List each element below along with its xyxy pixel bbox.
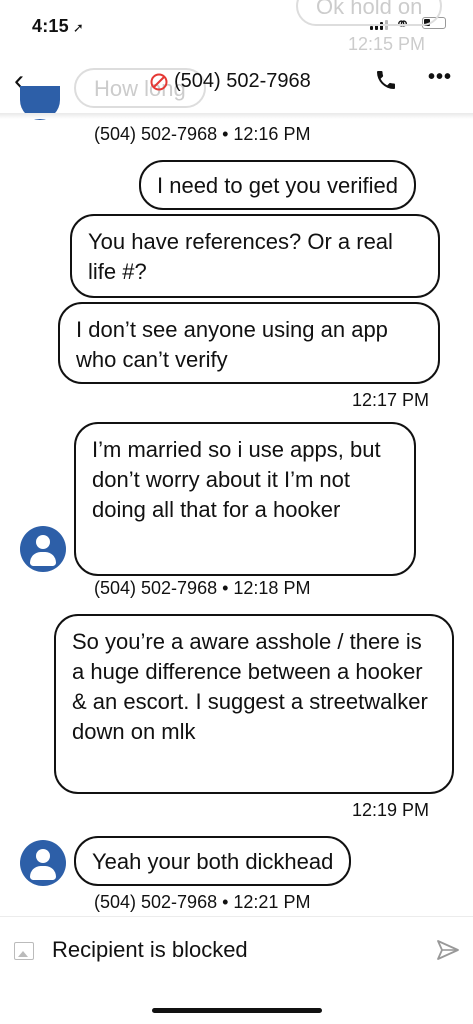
phone-icon[interactable]: [374, 68, 398, 92]
header-shadow: [0, 113, 473, 119]
ghost-bubble-top: Ok hold on: [296, 0, 443, 26]
incoming-message[interactable]: Yeah your both dickhead: [74, 836, 352, 886]
message-meta: (504) 502-7968 • 12:18 PM: [94, 578, 311, 598]
status-time: 4:15 ➚: [32, 16, 84, 36]
contact-title[interactable]: (504) 502-7968: [150, 70, 311, 93]
blocked-notice: Recipient is blocked: [52, 937, 248, 962]
home-indicator: [152, 1008, 322, 1013]
block-icon: [150, 73, 168, 90]
message-meta: (504) 502-7968 • 12:21 PM: [94, 892, 311, 912]
ghost-time: 12:15 PM: [348, 34, 426, 54]
contact-avatar[interactable]: [20, 526, 66, 572]
incoming-message[interactable]: I’m married so i use apps, but don’t wor…: [74, 422, 416, 576]
message-meta: (504) 502-7968 • 12:16 PM: [94, 124, 311, 144]
send-icon[interactable]: [436, 939, 460, 961]
contact-number: (504) 502-7968: [174, 70, 311, 92]
contact-avatar[interactable]: [20, 840, 66, 886]
message-time: 12:19 PM: [352, 800, 430, 820]
more-icon[interactable]: •••: [428, 66, 452, 89]
composer: Recipient is blocked: [0, 916, 473, 986]
outgoing-message[interactable]: I don’t see anyone using an app who can’…: [58, 302, 440, 384]
conversation-header: ‹ How long (504) 502-7968 •••: [0, 56, 473, 120]
message-time: 12:17 PM: [352, 390, 430, 410]
outgoing-message[interactable]: You have references? Or a real life #?: [70, 214, 440, 298]
image-icon[interactable]: [14, 942, 34, 960]
outgoing-message[interactable]: I need to get you verified: [139, 160, 416, 210]
location-icon: ➚: [72, 20, 84, 35]
outgoing-message[interactable]: So you’re a aware asshole / there is a h…: [54, 614, 454, 794]
